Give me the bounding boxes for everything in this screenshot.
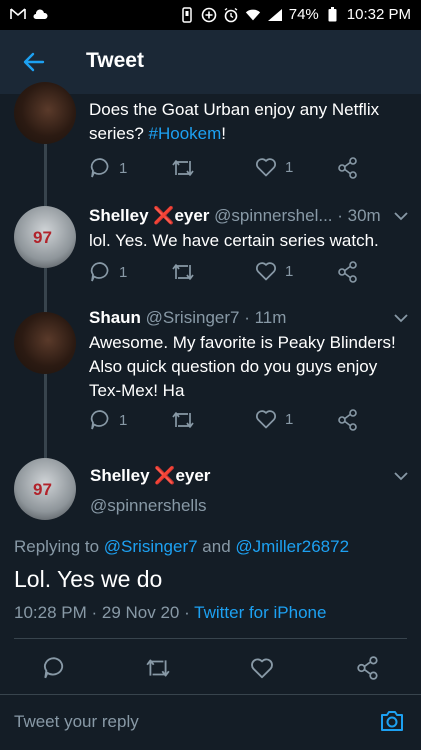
top-app-bar: Tweet bbox=[0, 30, 421, 94]
like-count: 1 bbox=[285, 262, 294, 280]
tweet-meta: Shaun @Srisinger7 · 11m bbox=[89, 308, 411, 328]
tweet-text: lol. Yes. We have certain series watch. bbox=[89, 231, 379, 250]
share-button[interactable] bbox=[338, 157, 358, 179]
mention-link[interactable]: @Srisinger7 bbox=[104, 537, 198, 556]
chevron-down-icon[interactable] bbox=[393, 310, 409, 326]
share-icon bbox=[338, 261, 357, 283]
like-count: 1 bbox=[285, 158, 294, 176]
vibrate-icon bbox=[179, 6, 195, 23]
divider bbox=[14, 638, 407, 639]
cloud-icon bbox=[32, 6, 48, 22]
tweet-actions: 1 1 bbox=[89, 157, 389, 181]
replying-to: Replying to @Srisinger7 and @Jmiller2687… bbox=[14, 537, 350, 556]
like-button[interactable]: 1 bbox=[255, 409, 293, 429]
avatar[interactable]: 97 bbox=[14, 206, 76, 268]
alarm-icon bbox=[223, 7, 239, 23]
tweet-text: Awesome. My favorite is Peaky Blinders! … bbox=[89, 333, 396, 400]
reply-icon bbox=[90, 410, 109, 430]
retweet-icon bbox=[172, 412, 194, 428]
tweet: Shaun @Srisinger7 · 11m Awesome. My favo… bbox=[89, 308, 411, 403]
share-icon bbox=[338, 157, 357, 179]
reply-count: 1 bbox=[119, 159, 128, 177]
battery-icon bbox=[325, 7, 341, 23]
share-button[interactable] bbox=[338, 409, 358, 431]
like-button[interactable]: 1 bbox=[255, 261, 293, 281]
status-bar: 74% 10:32 PM bbox=[0, 0, 421, 30]
tweet-timestamp: 10:28 PM · 29 Nov 20 · Twitter for iPhon… bbox=[14, 603, 327, 622]
battery-percent: 74% bbox=[288, 6, 319, 23]
hashtag-link[interactable]: #Hookem bbox=[149, 124, 222, 143]
retweet-icon bbox=[172, 160, 194, 176]
main-tweet-display-name[interactable]: Shelley ❌eyer bbox=[90, 466, 210, 486]
reply-button[interactable]: 1 bbox=[89, 409, 127, 431]
retweet-button[interactable] bbox=[144, 654, 172, 682]
wifi-icon bbox=[245, 7, 261, 23]
share-button[interactable] bbox=[338, 261, 358, 283]
conversation-thread: Does the Goat Urban enjoy any Netflix se… bbox=[0, 82, 421, 694]
like-count: 1 bbox=[285, 410, 294, 428]
back-button[interactable] bbox=[20, 48, 48, 76]
mention-link[interactable]: @Jmiller26872 bbox=[235, 537, 349, 556]
heart-icon bbox=[251, 658, 273, 679]
retweet-button[interactable] bbox=[171, 409, 195, 431]
tweet-actions: 1 1 bbox=[89, 261, 389, 285]
retweet-button[interactable] bbox=[171, 261, 195, 283]
reply-icon bbox=[44, 657, 64, 679]
gmail-icon bbox=[10, 6, 26, 22]
tweet: Shelley ❌eyer @spinnershel... · 30m lol.… bbox=[89, 206, 411, 253]
heart-icon bbox=[256, 262, 276, 281]
x-mark-icon: ❌ bbox=[153, 206, 175, 225]
share-icon bbox=[357, 656, 378, 680]
tweet-text: Does the Goat Urban enjoy any Netflix se… bbox=[89, 100, 380, 143]
heart-icon bbox=[256, 158, 276, 177]
x-mark-icon: ❌ bbox=[154, 466, 176, 485]
page-title: Tweet bbox=[86, 49, 144, 72]
chevron-down-icon[interactable] bbox=[393, 468, 409, 484]
avatar[interactable]: 97 bbox=[14, 458, 76, 520]
share-icon bbox=[338, 409, 357, 431]
reply-icon bbox=[90, 158, 109, 178]
heart-icon bbox=[256, 410, 276, 429]
client-link[interactable]: Twitter for iPhone bbox=[194, 603, 326, 622]
avatar[interactable] bbox=[14, 82, 76, 144]
status-time: 10:32 PM bbox=[346, 6, 411, 23]
main-tweet-text: Lol. Yes we do bbox=[14, 566, 163, 592]
reply-button[interactable]: 1 bbox=[89, 261, 127, 283]
display-name[interactable]: Shaun bbox=[89, 308, 141, 327]
tweet-meta: Shelley ❌eyer @spinnershel... · 30m bbox=[89, 206, 411, 226]
tweet-actions: 1 1 bbox=[89, 409, 389, 433]
reply-count: 1 bbox=[119, 263, 128, 281]
reply-icon bbox=[90, 262, 109, 282]
handle-time: @spinnershel... · 30m bbox=[209, 206, 381, 225]
chevron-down-icon[interactable] bbox=[393, 208, 409, 224]
retweet-icon bbox=[146, 659, 170, 677]
reply-button[interactable] bbox=[40, 654, 68, 682]
reply-bar: Tweet your reply bbox=[0, 694, 421, 750]
data-saver-icon bbox=[201, 7, 217, 23]
main-tweet-handle[interactable]: @spinnershells bbox=[90, 496, 206, 516]
like-button[interactable] bbox=[248, 654, 276, 682]
main-tweet-actions bbox=[0, 654, 421, 684]
camera-button[interactable] bbox=[379, 709, 405, 735]
share-button[interactable] bbox=[354, 654, 382, 682]
arrow-left-icon bbox=[23, 52, 45, 72]
display-name[interactable]: Shelley ❌eyer bbox=[89, 206, 209, 225]
like-button[interactable]: 1 bbox=[255, 157, 293, 177]
handle-time: @Srisinger7 · 11m bbox=[140, 308, 287, 327]
reply-input[interactable]: Tweet your reply bbox=[14, 712, 139, 732]
reply-button[interactable]: 1 bbox=[89, 157, 127, 179]
avatar[interactable] bbox=[14, 312, 76, 374]
retweet-button[interactable] bbox=[171, 157, 195, 179]
signal-icon bbox=[267, 7, 283, 23]
camera-icon bbox=[381, 711, 403, 731]
retweet-icon bbox=[172, 264, 194, 280]
reply-count: 1 bbox=[119, 411, 128, 429]
